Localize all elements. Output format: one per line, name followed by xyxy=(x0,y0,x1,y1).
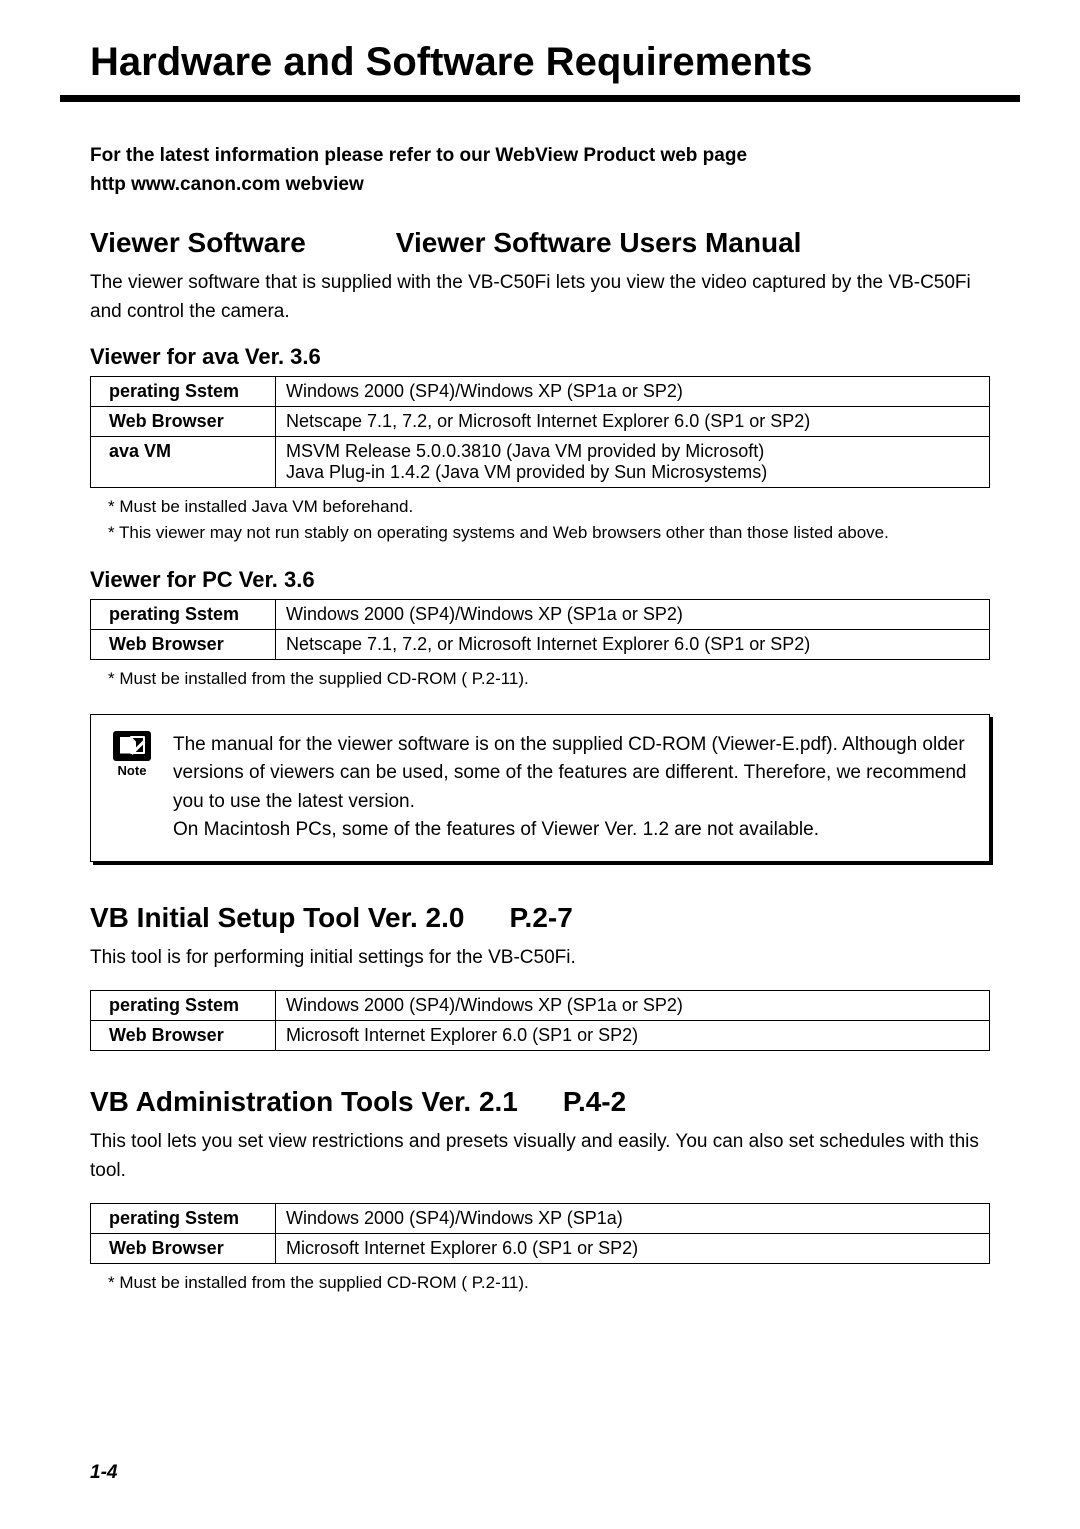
value-cell: Windows 2000 (SP4)/Windows XP (SP1a or S… xyxy=(276,377,990,407)
label-cell: ava VM xyxy=(91,437,276,488)
note-icon-container: Note xyxy=(113,731,151,778)
table-row: Web Browser Netscape 7.1, 7.2, or Micros… xyxy=(91,630,990,660)
table-row: perating Sstem Windows 2000 (SP4)/Window… xyxy=(91,600,990,630)
page-number: 1-4 xyxy=(90,1462,117,1484)
intro-line-1: For the latest information please refer … xyxy=(90,142,990,171)
table-row: Web Browser Microsoft Internet Explorer … xyxy=(91,1234,990,1264)
table-row: perating Sstem Windows 2000 (SP4)/Window… xyxy=(91,991,990,1021)
viewer-pc-footnote: * Must be installed from the supplied CD… xyxy=(108,666,990,692)
setup-tool-table: perating Sstem Windows 2000 (SP4)/Window… xyxy=(90,990,990,1051)
label-cell: Web Browser xyxy=(91,630,276,660)
page-title: Hardware and Software Requirements xyxy=(90,40,990,85)
value-cell: Netscape 7.1, 7.2, or Microsoft Internet… xyxy=(276,630,990,660)
admin-tools-heading: VB Administration Tools Ver. 2.1 P.4-2 xyxy=(90,1086,990,1118)
label-cell: Web Browser xyxy=(91,1021,276,1051)
viewer-heading-right: Viewer Software Users Manual xyxy=(396,227,802,259)
footnote-line: * This viewer may not run stably on oper… xyxy=(108,520,990,546)
label-cell: perating Sstem xyxy=(91,377,276,407)
value-cell: MSVM Release 5.0.0.3810 (Java VM provide… xyxy=(276,437,990,488)
label-cell: perating Sstem xyxy=(91,1204,276,1234)
value-cell: Microsoft Internet Explorer 6.0 (SP1 or … xyxy=(276,1021,990,1051)
viewer-java-footnotes: * Must be installed Java VM beforehand. … xyxy=(108,494,990,545)
admin-tools-title: VB Administration Tools Ver. 2.1 xyxy=(90,1086,518,1118)
viewer-java-title: Viewer for ava Ver. 3.6 xyxy=(90,344,990,370)
viewer-java-table: perating Sstem Windows 2000 (SP4)/Window… xyxy=(90,376,990,488)
admin-tools-table: perating Sstem Windows 2000 (SP4)/Window… xyxy=(90,1203,990,1264)
note-label: Note xyxy=(118,763,147,778)
value-cell: Microsoft Internet Explorer 6.0 (SP1 or … xyxy=(276,1234,990,1264)
setup-tool-title: VB Initial Setup Tool Ver. 2.0 xyxy=(90,902,464,934)
table-row: Web Browser Netscape 7.1, 7.2, or Micros… xyxy=(91,407,990,437)
label-cell: Web Browser xyxy=(91,1234,276,1264)
viewer-desc: The viewer software that is supplied wit… xyxy=(90,269,990,326)
label-cell: perating Sstem xyxy=(91,991,276,1021)
table-row: Web Browser Microsoft Internet Explorer … xyxy=(91,1021,990,1051)
value-cell: Windows 2000 (SP4)/Windows XP (SP1a or S… xyxy=(276,600,990,630)
admin-tools-ref: P.4-2 xyxy=(563,1086,626,1118)
value-cell: Windows 2000 (SP4)/Windows XP (SP1a or S… xyxy=(276,991,990,1021)
intro-line-2: http www.canon.com webview xyxy=(90,171,990,200)
intro-text: For the latest information please refer … xyxy=(90,142,990,199)
viewer-pc-title: Viewer for PC Ver. 3.6 xyxy=(90,567,990,593)
setup-tool-heading: VB Initial Setup Tool Ver. 2.0 P.2-7 xyxy=(90,902,990,934)
admin-tools-footnote: * Must be installed from the supplied CD… xyxy=(108,1270,990,1296)
table-row: ava VM MSVM Release 5.0.0.3810 (Java VM … xyxy=(91,437,990,488)
footnote-line: * Must be installed Java VM beforehand. xyxy=(108,494,990,520)
label-cell: perating Sstem xyxy=(91,600,276,630)
setup-tool-desc: This tool is for performing initial sett… xyxy=(90,944,990,973)
note-text: The manual for the viewer software is on… xyxy=(173,731,967,845)
admin-tools-desc: This tool lets you set view restrictions… xyxy=(90,1128,990,1185)
viewer-heading-left: Viewer Software xyxy=(90,227,306,259)
value-cell: Netscape 7.1, 7.2, or Microsoft Internet… xyxy=(276,407,990,437)
title-rule xyxy=(60,95,1020,102)
value-cell: Windows 2000 (SP4)/Windows XP (SP1a) xyxy=(276,1204,990,1234)
note-box: Note The manual for the viewer software … xyxy=(90,714,990,862)
label-cell: Web Browser xyxy=(91,407,276,437)
viewer-heading: Viewer Software Viewer Software Users Ma… xyxy=(90,227,990,259)
setup-tool-ref: P.2-7 xyxy=(509,902,572,934)
note-icon xyxy=(113,731,151,761)
viewer-pc-table: perating Sstem Windows 2000 (SP4)/Window… xyxy=(90,599,990,660)
table-row: perating Sstem Windows 2000 (SP4)/Window… xyxy=(91,377,990,407)
table-row: perating Sstem Windows 2000 (SP4)/Window… xyxy=(91,1204,990,1234)
